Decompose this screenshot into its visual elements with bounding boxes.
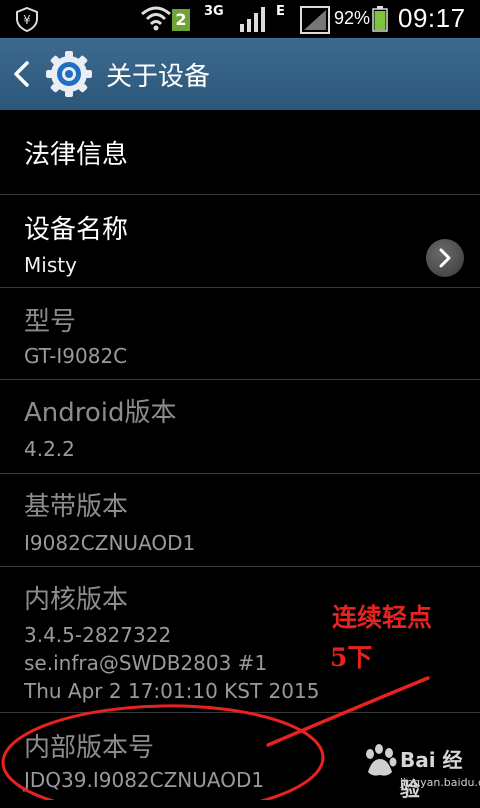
chevron-right-icon <box>439 248 451 268</box>
baidu-watermark: Bai 经验 jingyan.baidu.com <box>360 742 480 801</box>
notification-badge: 2 <box>172 9 190 31</box>
item-subtitle: GT-I9082C <box>24 344 128 368</box>
item-title: 型号 <box>24 307 77 337</box>
signal-strength-icon <box>240 7 265 32</box>
list-item-device-name[interactable]: 设备名称 Misty <box>0 195 480 288</box>
network-3g-label: 3G <box>204 4 224 19</box>
watermark-url: jingyan.baidu.com <box>400 776 480 789</box>
item-subtitle: 4.2.2 <box>24 437 75 461</box>
item-subtitle: Misty <box>24 253 77 277</box>
signal-strength-secondary-icon <box>300 6 330 34</box>
action-bar: 关于设备 <box>0 38 480 110</box>
battery-icon <box>372 6 388 32</box>
item-title: 法律信息 <box>24 140 129 170</box>
item-subtitle: I9082CZNUAOD1 <box>24 531 196 555</box>
wifi-icon <box>141 6 171 31</box>
page-title: 关于设备 <box>106 62 211 92</box>
settings-gear-icon <box>46 51 92 97</box>
item-subtitle: JDQ39.I9082CZNUAOD1 <box>24 768 265 792</box>
back-arrow-icon[interactable] <box>12 60 30 88</box>
security-shield-icon: ¥ <box>16 6 38 32</box>
item-title: Android版本 <box>24 398 177 428</box>
list-item-baseband-version: 基带版本 I9082CZNUAOD1 <box>0 474 480 567</box>
baidu-paw-logo-icon <box>366 744 397 776</box>
watermark-brand: Bai 经验 <box>400 748 463 801</box>
item-title: 内部版本号 <box>24 733 155 763</box>
battery-percent: 92% <box>334 8 371 28</box>
about-device-list: 法律信息 设备名称 Misty 型号 GT-I9082C Android版本 4… <box>0 110 480 808</box>
list-item-legal-info[interactable]: 法律信息 <box>0 110 480 195</box>
clock: 09:17 <box>398 3 466 33</box>
item-title: 设备名称 <box>24 215 129 245</box>
annotation-text-line1: 连续轻点 <box>332 603 433 632</box>
item-title: 内核版本 <box>24 585 129 615</box>
network-e-label: E <box>276 4 285 19</box>
edit-device-name-button[interactable] <box>426 239 464 277</box>
status-bar: ¥ 2 3G E 92% 09:17 <box>0 0 480 38</box>
list-item-kernel-version: 内核版本 3.4.5-2827322 se.infra@SWDB2803 #1 … <box>0 567 480 713</box>
item-title: 基带版本 <box>24 492 129 522</box>
item-subtitle: 3.4.5-2827322 se.infra@SWDB2803 #1 Thu A… <box>24 623 320 703</box>
list-item-model: 型号 GT-I9082C <box>0 288 480 380</box>
annotation-text-line2: 5下 <box>330 643 373 672</box>
list-item-android-version[interactable]: Android版本 4.2.2 <box>0 380 480 474</box>
svg-text:¥: ¥ <box>23 13 31 27</box>
